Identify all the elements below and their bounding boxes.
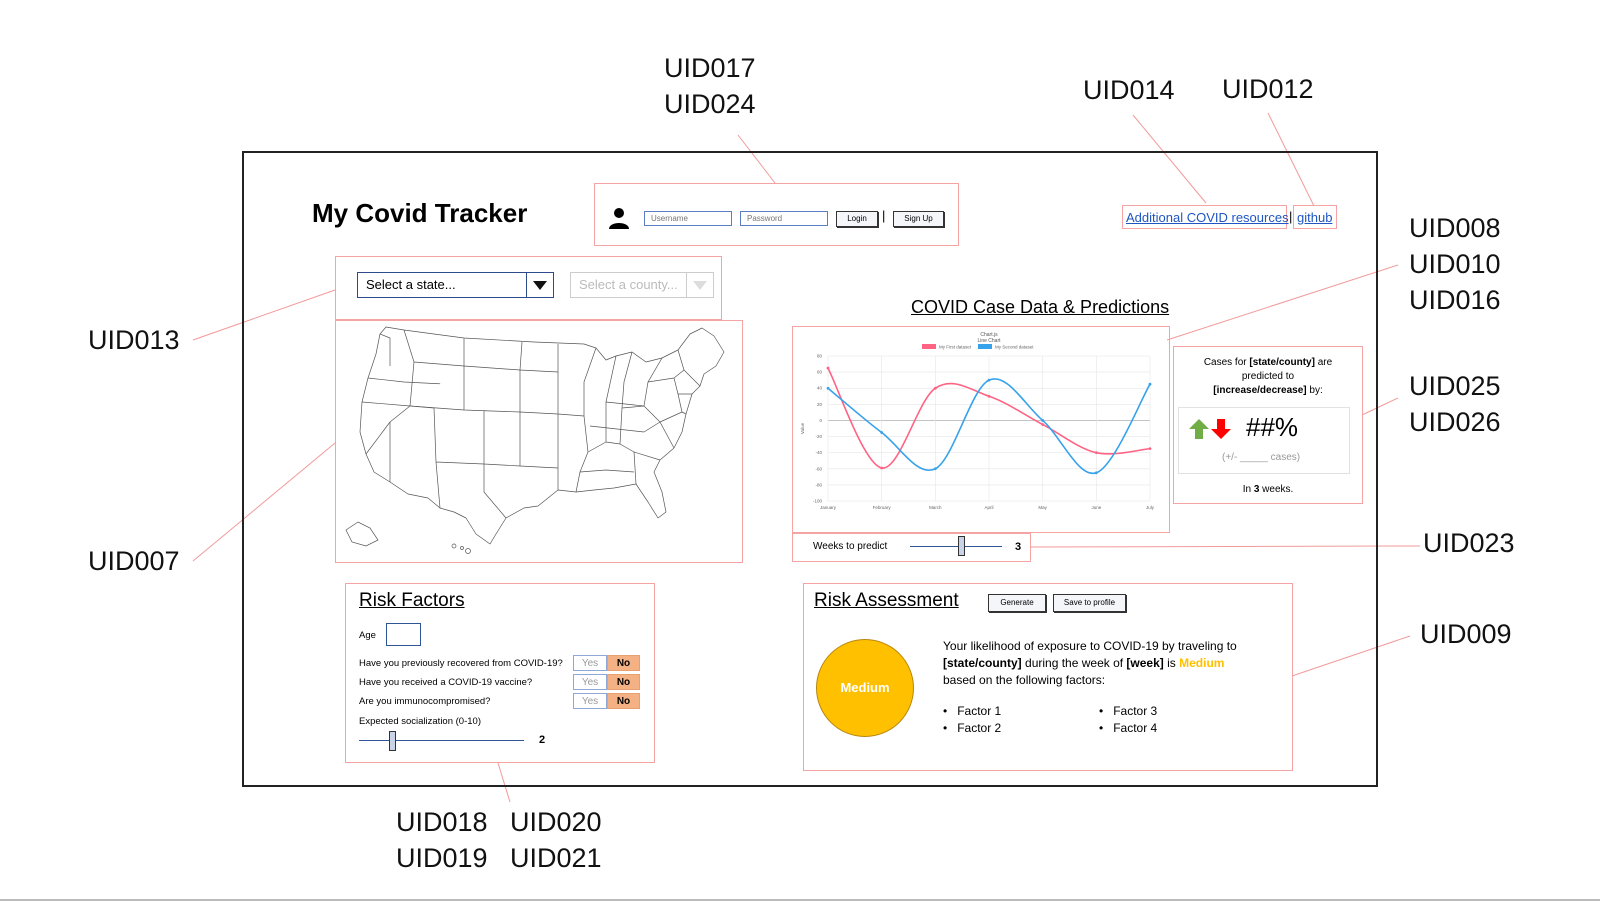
- y-tick-label: -60: [815, 466, 822, 471]
- user-icon: [609, 208, 629, 229]
- separator: |: [1289, 209, 1293, 224]
- y-tick-label: -100: [813, 499, 823, 504]
- legend-swatch: [978, 344, 992, 349]
- prediction-percent: ##%: [1246, 412, 1299, 442]
- arrow-down-icon: [1211, 419, 1231, 439]
- chevron-down-icon: [686, 273, 713, 297]
- risk-factors-heading: Risk Factors: [359, 590, 465, 611]
- x-tick-label: June: [1091, 505, 1101, 510]
- factor-item: Factor 2: [943, 721, 1001, 735]
- line-chart[interactable]: Chart.js Line Chart My First dataset My Sec…: [794, 328, 1168, 531]
- data-point: [1041, 419, 1045, 422]
- separator: |: [882, 208, 886, 223]
- weeks-label: Weeks to predict: [813, 541, 888, 552]
- github-link[interactable]: github: [1297, 210, 1332, 225]
- socialization-value: 2: [539, 734, 546, 746]
- factor-item: Factor 1: [943, 704, 1001, 718]
- data-point: [1094, 451, 1098, 455]
- y-tick-label: 40: [817, 386, 823, 391]
- data-point: [933, 386, 937, 390]
- yes-button[interactable]: Yes: [573, 674, 607, 690]
- data-point: [880, 466, 884, 470]
- age-label: Age: [359, 630, 376, 641]
- y-tick-label: 0: [819, 418, 822, 423]
- question-label: Have you received a COVID-19 vaccine?: [359, 677, 533, 688]
- data-point: [1148, 382, 1152, 386]
- resources-link[interactable]: Additional COVID resources: [1126, 210, 1289, 225]
- risk-level-label: Medium: [840, 680, 890, 695]
- chart-title: Chart.js Line Chart: [977, 332, 1001, 344]
- x-tick-label: April: [984, 505, 993, 510]
- y-axis-label: Value: [800, 422, 805, 434]
- chevron-down-icon: [526, 273, 553, 297]
- prediction-text: Cases for [state/county] are predicted t…: [1203, 357, 1333, 396]
- risk-assessment-heading: Risk Assessment: [814, 590, 959, 611]
- x-tick-label: July: [1146, 505, 1155, 510]
- y-tick-label: 20: [817, 402, 823, 407]
- weeks-value: 3: [1015, 541, 1022, 553]
- signup-button[interactable]: Sign Up: [893, 211, 944, 227]
- socialization-slider-track[interactable]: [359, 740, 524, 741]
- y-tick-label: 80: [817, 354, 823, 359]
- data-point: [1094, 471, 1098, 475]
- data-point: [880, 431, 884, 434]
- county-select[interactable]: Select a county...: [570, 272, 714, 298]
- prediction-weeks: In 3 weeks.: [1242, 484, 1294, 495]
- legend-label: My Second dataset: [995, 345, 1034, 350]
- page-title: My Covid Tracker: [312, 198, 528, 228]
- prediction-cases: (+/- _____ cases): [1222, 452, 1301, 463]
- password-input[interactable]: [740, 211, 828, 226]
- y-tick-label: -40: [815, 450, 822, 455]
- data-point: [826, 386, 830, 390]
- factor-item: Factor 3: [1099, 704, 1157, 718]
- login-button[interactable]: Login: [836, 211, 878, 227]
- x-tick-label: May: [1038, 505, 1047, 510]
- county-select-label: Select a county...: [579, 277, 678, 292]
- data-point: [933, 467, 937, 471]
- legend-swatch: [922, 344, 936, 349]
- no-button[interactable]: No: [607, 655, 640, 671]
- data-point: [987, 378, 991, 382]
- x-tick-label: February: [873, 505, 892, 510]
- chart-heading: COVID Case Data & Predictions: [911, 297, 1170, 317]
- y-tick-label: -20: [815, 434, 822, 439]
- username-input[interactable]: [644, 211, 732, 226]
- x-tick-label: January: [820, 505, 837, 510]
- state-select[interactable]: Select a state...: [357, 272, 554, 298]
- question-label: Have you previously recovered from COVID…: [359, 658, 563, 669]
- us-map[interactable]: [344, 322, 740, 560]
- data-point: [1041, 423, 1045, 426]
- arrow-up-icon: [1189, 419, 1209, 439]
- y-tick-label: 60: [817, 370, 823, 375]
- socialization-slider-thumb[interactable]: [389, 731, 396, 751]
- question-label: Are you immunocompromised?: [359, 696, 491, 707]
- weeks-slider-thumb[interactable]: [957, 536, 965, 556]
- no-button[interactable]: No: [607, 693, 640, 709]
- yes-button[interactable]: Yes: [573, 693, 607, 709]
- risk-assessment-text: Your likelihood of exposure to COVID-19 …: [943, 639, 1237, 687]
- generate-button[interactable]: Generate: [988, 594, 1046, 612]
- age-input[interactable]: [386, 623, 421, 646]
- socialization-label: Expected socialization (0-10): [359, 716, 481, 727]
- y-tick-label: -80: [815, 482, 822, 487]
- no-button[interactable]: No: [607, 674, 640, 690]
- data-point: [987, 394, 991, 398]
- weeks-slider-track[interactable]: [910, 546, 1002, 547]
- legend-label: My First dataset: [939, 345, 972, 350]
- yes-button[interactable]: Yes: [573, 655, 607, 671]
- data-point: [826, 366, 830, 370]
- save-to-profile-button[interactable]: Save to profile: [1053, 594, 1126, 612]
- data-point: [1148, 447, 1152, 451]
- state-select-label: Select a state...: [366, 277, 456, 292]
- factor-item: Factor 4: [1099, 721, 1157, 735]
- x-tick-label: March: [929, 505, 942, 510]
